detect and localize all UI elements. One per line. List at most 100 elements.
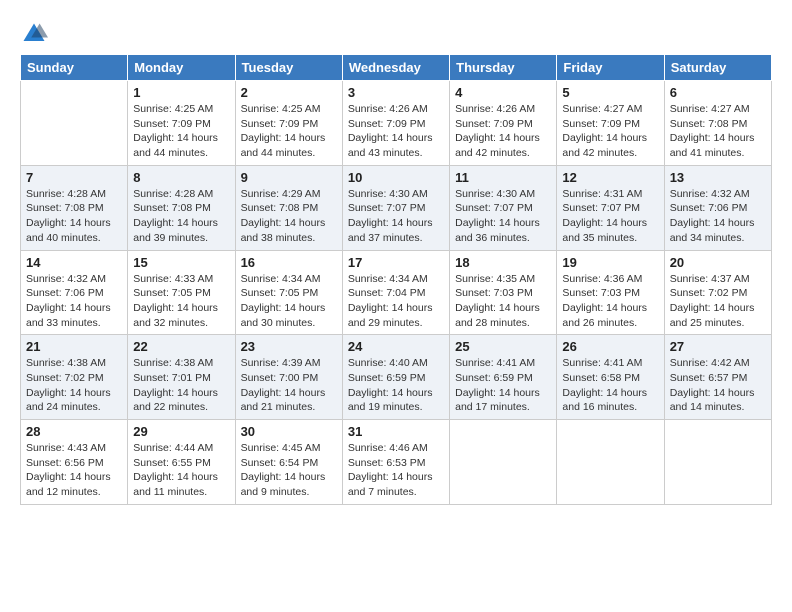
calendar-cell: 17 Sunrise: 4:34 AM Sunset: 7:04 PM Dayli… [342,250,449,335]
day-number: 1 [133,85,229,100]
day-number: 9 [241,170,337,185]
day-info: Sunrise: 4:28 AM Sunset: 7:08 PM Dayligh… [133,187,229,246]
calendar-cell: 19Sunrise: 4:36 AM Sunset: 7:03 PM Dayli… [557,250,664,335]
calendar-cell: 3Sunrise: 4:26 AM Sunset: 7:09 PM Daylig… [342,81,449,166]
day-number: 18 [455,255,551,270]
calendar-cell: 15Sunrise: 4:33 AM Sunset: 7:05 PM Dayli… [128,250,235,335]
week-row-4: 21 Sunrise: 4:38 AM Sunset: 7:02 PM Dayli… [21,335,772,420]
day-info: Sunrise: 4:42 AM Sunset: 6:57 PM Dayligh… [670,356,766,415]
weekday-header-wednesday: Wednesday [342,55,449,81]
week-row-1: 1 Sunrise: 4:25 AM Sunset: 7:09 PM Daylig… [21,81,772,166]
day-number: 26 [562,339,658,354]
day-info: Sunrise: 4:43 AM Sunset: 6:56 PM Dayligh… [26,441,122,500]
day-info: Sunrise: 4:25 AM Sunset: 7:09 PM Dayligh… [133,102,229,161]
day-number: 2 [241,85,337,100]
logo [20,20,52,48]
calendar-cell: 8 Sunrise: 4:28 AM Sunset: 7:08 PM Daylig… [128,165,235,250]
day-info: Sunrise: 4:27 AM Sunset: 7:08 PM Dayligh… [670,102,766,161]
calendar-cell: 31Sunrise: 4:46 AM Sunset: 6:53 PM Dayli… [342,420,449,505]
calendar-cell: 7 Sunrise: 4:28 AM Sunset: 7:08 PM Daylig… [21,165,128,250]
day-number: 21 [26,339,122,354]
calendar-cell [21,81,128,166]
day-number: 16 [241,255,337,270]
calendar-cell: 23 Sunrise: 4:39 AM Sunset: 7:00 PM Dayli… [235,335,342,420]
calendar-cell: 12Sunrise: 4:31 AM Sunset: 7:07 PM Dayli… [557,165,664,250]
day-info: Sunrise: 4:41 AM Sunset: 6:58 PM Dayligh… [562,356,658,415]
day-info: Sunrise: 4:27 AM Sunset: 7:09 PM Dayligh… [562,102,658,161]
header [20,20,772,48]
day-number: 31 [348,424,444,439]
calendar-cell: 9 Sunrise: 4:29 AM Sunset: 7:08 PM Daylig… [235,165,342,250]
weekday-header-monday: Monday [128,55,235,81]
calendar-cell: 30 Sunrise: 4:45 AM Sunset: 6:54 PM Dayli… [235,420,342,505]
day-info: Sunrise: 4:28 AM Sunset: 7:08 PM Dayligh… [26,187,122,246]
day-info: Sunrise: 4:33 AM Sunset: 7:05 PM Dayligh… [133,272,229,331]
day-number: 19 [562,255,658,270]
calendar-cell [664,420,771,505]
calendar-cell: 21 Sunrise: 4:38 AM Sunset: 7:02 PM Dayli… [21,335,128,420]
day-number: 20 [670,255,766,270]
calendar-cell: 27Sunrise: 4:42 AM Sunset: 6:57 PM Dayli… [664,335,771,420]
day-number: 17 [348,255,444,270]
day-info: Sunrise: 4:30 AM Sunset: 7:07 PM Dayligh… [455,187,551,246]
calendar-cell: 20 Sunrise: 4:37 AM Sunset: 7:02 PM Dayli… [664,250,771,335]
day-number: 11 [455,170,551,185]
weekday-header-sunday: Sunday [21,55,128,81]
week-row-2: 7 Sunrise: 4:28 AM Sunset: 7:08 PM Daylig… [21,165,772,250]
day-info: Sunrise: 4:34 AM Sunset: 7:05 PM Dayligh… [241,272,337,331]
calendar-cell: 1 Sunrise: 4:25 AM Sunset: 7:09 PM Daylig… [128,81,235,166]
day-number: 13 [670,170,766,185]
weekday-header-tuesday: Tuesday [235,55,342,81]
day-number: 8 [133,170,229,185]
calendar-cell: 28 Sunrise: 4:43 AM Sunset: 6:56 PM Dayli… [21,420,128,505]
day-number: 22 [133,339,229,354]
calendar-cell: 18 Sunrise: 4:35 AM Sunset: 7:03 PM Dayli… [450,250,557,335]
calendar-cell: 16 Sunrise: 4:34 AM Sunset: 7:05 PM Dayli… [235,250,342,335]
day-number: 30 [241,424,337,439]
day-number: 12 [562,170,658,185]
day-number: 10 [348,170,444,185]
calendar-cell: 6 Sunrise: 4:27 AM Sunset: 7:08 PM Daylig… [664,81,771,166]
calendar-cell: 29 Sunrise: 4:44 AM Sunset: 6:55 PM Dayli… [128,420,235,505]
day-number: 25 [455,339,551,354]
day-info: Sunrise: 4:25 AM Sunset: 7:09 PM Dayligh… [241,102,337,161]
day-number: 29 [133,424,229,439]
weekday-header-friday: Friday [557,55,664,81]
calendar-cell: 14 Sunrise: 4:32 AM Sunset: 7:06 PM Dayli… [21,250,128,335]
day-info: Sunrise: 4:44 AM Sunset: 6:55 PM Dayligh… [133,441,229,500]
day-info: Sunrise: 4:34 AM Sunset: 7:04 PM Dayligh… [348,272,444,331]
week-row-5: 28 Sunrise: 4:43 AM Sunset: 6:56 PM Dayli… [21,420,772,505]
week-row-3: 14 Sunrise: 4:32 AM Sunset: 7:06 PM Dayli… [21,250,772,335]
day-number: 28 [26,424,122,439]
day-info: Sunrise: 4:30 AM Sunset: 7:07 PM Dayligh… [348,187,444,246]
day-number: 23 [241,339,337,354]
calendar-cell [450,420,557,505]
calendar-cell: 22 Sunrise: 4:38 AM Sunset: 7:01 PM Dayli… [128,335,235,420]
weekday-header-row: SundayMondayTuesdayWednesdayThursdayFrid… [21,55,772,81]
calendar-cell: 24 Sunrise: 4:40 AM Sunset: 6:59 PM Dayli… [342,335,449,420]
calendar-cell: 10 Sunrise: 4:30 AM Sunset: 7:07 PM Dayli… [342,165,449,250]
calendar-cell: 25 Sunrise: 4:41 AM Sunset: 6:59 PM Dayli… [450,335,557,420]
weekday-header-thursday: Thursday [450,55,557,81]
day-number: 14 [26,255,122,270]
day-number: 3 [348,85,444,100]
calendar-table: SundayMondayTuesdayWednesdayThursdayFrid… [20,54,772,505]
day-info: Sunrise: 4:39 AM Sunset: 7:00 PM Dayligh… [241,356,337,415]
day-info: Sunrise: 4:35 AM Sunset: 7:03 PM Dayligh… [455,272,551,331]
logo-icon [20,20,48,48]
day-number: 6 [670,85,766,100]
day-info: Sunrise: 4:32 AM Sunset: 7:06 PM Dayligh… [26,272,122,331]
day-info: Sunrise: 4:41 AM Sunset: 6:59 PM Dayligh… [455,356,551,415]
calendar-cell: 2 Sunrise: 4:25 AM Sunset: 7:09 PM Daylig… [235,81,342,166]
calendar-cell: 4Sunrise: 4:26 AM Sunset: 7:09 PM Daylig… [450,81,557,166]
calendar-cell: 11 Sunrise: 4:30 AM Sunset: 7:07 PM Dayli… [450,165,557,250]
day-info: Sunrise: 4:40 AM Sunset: 6:59 PM Dayligh… [348,356,444,415]
day-number: 7 [26,170,122,185]
day-info: Sunrise: 4:38 AM Sunset: 7:01 PM Dayligh… [133,356,229,415]
day-info: Sunrise: 4:37 AM Sunset: 7:02 PM Dayligh… [670,272,766,331]
day-number: 24 [348,339,444,354]
day-info: Sunrise: 4:29 AM Sunset: 7:08 PM Dayligh… [241,187,337,246]
calendar-cell: 13Sunrise: 4:32 AM Sunset: 7:06 PM Dayli… [664,165,771,250]
day-info: Sunrise: 4:38 AM Sunset: 7:02 PM Dayligh… [26,356,122,415]
day-info: Sunrise: 4:45 AM Sunset: 6:54 PM Dayligh… [241,441,337,500]
